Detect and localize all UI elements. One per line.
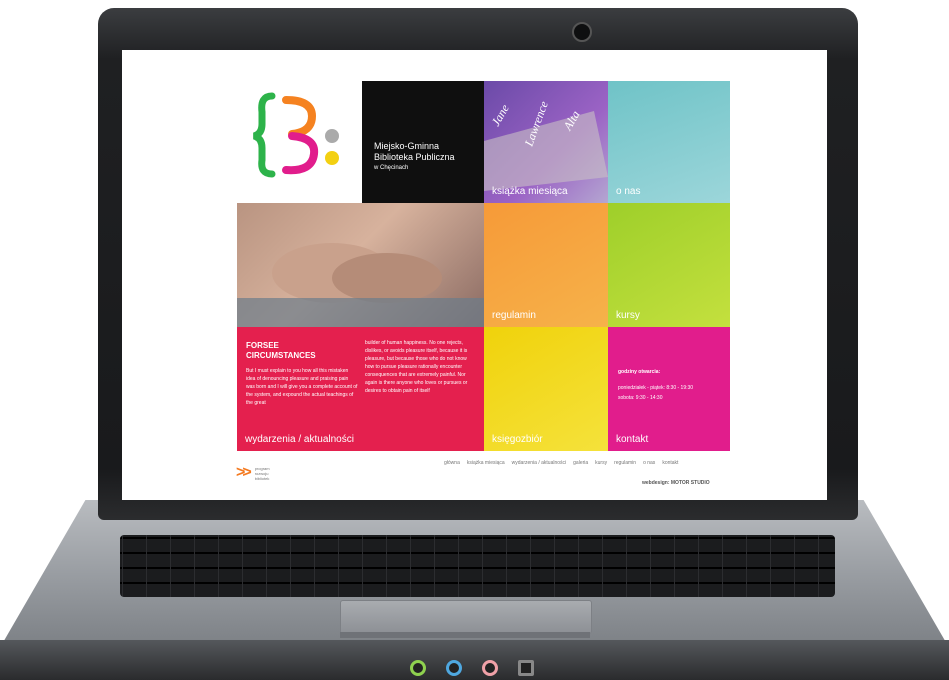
- tile-wydarzenia[interactable]: FORSEE CIRCUMSTANCES But I must explain …: [237, 327, 485, 451]
- footer-link-kursy[interactable]: kursy: [595, 460, 607, 466]
- tile-label-regulamin: regulamin: [492, 310, 536, 321]
- book-text-1: Jane: [488, 101, 512, 128]
- title-line-1: Miejsko-Gminna: [374, 141, 440, 151]
- webdesign-credit[interactable]: webdesign: MOTOR STUDIO: [642, 480, 710, 486]
- laptop-trackpad: [340, 600, 592, 634]
- usb-port-icon: [518, 660, 534, 676]
- laptop-ports: [410, 656, 560, 680]
- tile-ksiegozbior[interactable]: księgozbiór: [484, 327, 608, 451]
- footer-link-galeria[interactable]: galeria: [573, 460, 588, 466]
- footer-link-onas[interactable]: o nas: [643, 460, 655, 466]
- mic-port-icon: [482, 660, 498, 676]
- book-photo: Jane Lawrence Alta: [484, 99, 608, 191]
- tile-label-ksiegozbior: księgozbiór: [492, 434, 543, 445]
- chevron-right-icon: >>: [236, 464, 252, 481]
- tile-regulamin[interactable]: regulamin: [484, 203, 608, 327]
- footer-link-glowna[interactable]: główna: [444, 460, 460, 466]
- footer-program-logo[interactable]: >> program rozwoju bibliotek: [236, 464, 270, 482]
- footer-link-kontakt[interactable]: kontakt: [662, 460, 678, 466]
- webcam-icon: [572, 22, 592, 42]
- library-logo[interactable]: [252, 90, 344, 180]
- footer-nav: główna książka miesiąca wydarzenia / akt…: [444, 460, 678, 466]
- laptop-screen: Miejsko-Gminna Biblioteka Publiczna w Ch…: [122, 50, 827, 500]
- footer-link-wydarzenia[interactable]: wydarzenia / aktualności: [512, 460, 566, 466]
- title-line-3: w Chęcinach: [374, 165, 409, 171]
- news-text-col-2: builder of human happiness. No one rejec…: [365, 340, 468, 394]
- news-text-col-1: But I must explain to you how all this m…: [246, 368, 358, 406]
- laptop-keyboard: [120, 535, 835, 597]
- laptop-trackpad-buttons: [340, 632, 590, 638]
- news-title: FORSEE CIRCUMSTANCES: [246, 341, 316, 360]
- tile-label-ksiazka: książka miesiąca: [492, 186, 568, 197]
- hands-photo: [237, 243, 485, 327]
- line-in-port-icon: [446, 660, 462, 676]
- footer-logo-line-3: bibliotek: [254, 475, 270, 481]
- tile-label-kursy: kursy: [616, 310, 640, 321]
- tile-ksiazka-miesiaca[interactable]: Jane Lawrence Alta książka miesiąca: [484, 81, 608, 203]
- hours-title: godziny otwarcia:: [618, 369, 661, 375]
- tile-kursy[interactable]: kursy: [608, 203, 730, 327]
- footer-link-ksiazka[interactable]: książka miesiąca: [467, 460, 505, 466]
- footer-link-regulamin[interactable]: regulamin: [614, 460, 636, 466]
- tile-o-nas[interactable]: o nas: [608, 81, 730, 203]
- audio-port-icon: [410, 660, 426, 676]
- library-title-tile: Miejsko-Gminna Biblioteka Publiczna w Ch…: [362, 81, 484, 203]
- title-line-2: Biblioteka Publiczna: [374, 152, 455, 162]
- hours-saturday: sobota: 9:30 - 14:30: [618, 395, 663, 401]
- hours-weekday: poniedziałek - piątek: 8:30 - 19:30: [618, 385, 694, 391]
- tile-kontakt[interactable]: godziny otwarcia: poniedziałek - piątek:…: [608, 327, 730, 451]
- tile-label-news: wydarzenia / aktualności: [245, 434, 354, 445]
- tile-photo-hands: [237, 203, 485, 327]
- tile-label-kontakt: kontakt: [616, 434, 649, 445]
- tile-label-onas: o nas: [616, 186, 641, 197]
